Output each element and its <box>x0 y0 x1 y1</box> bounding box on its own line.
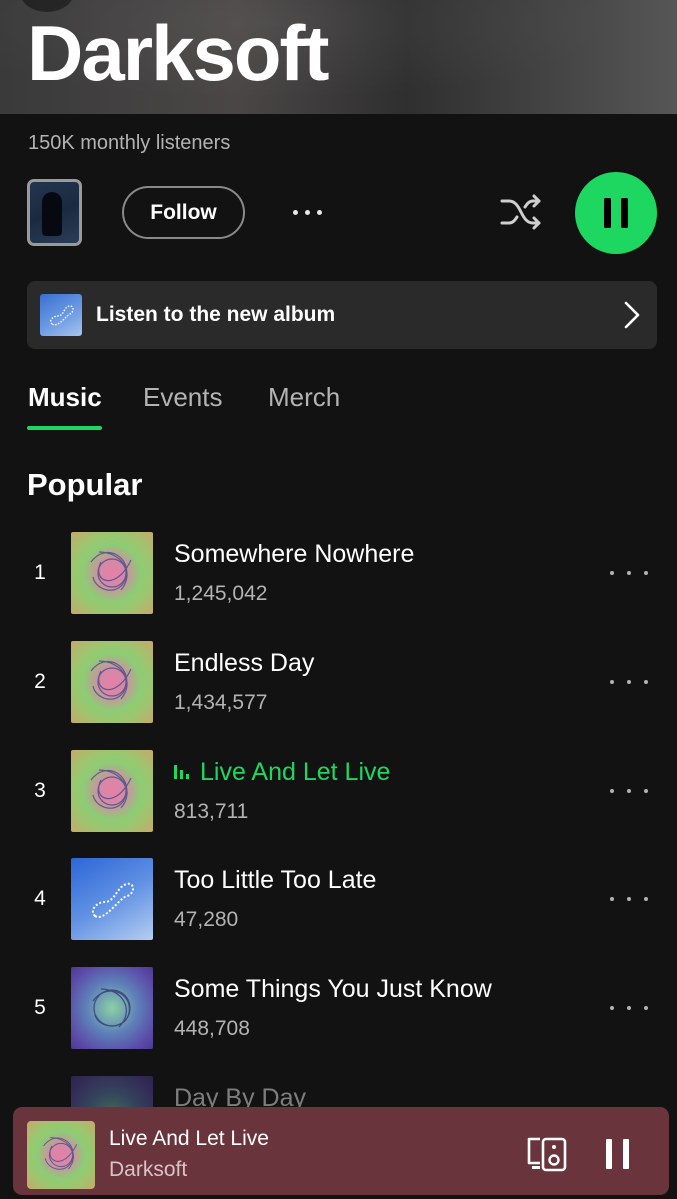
more-dot <box>644 789 648 793</box>
artist-silhouette <box>42 192 62 236</box>
track-play-count: 47,280 <box>174 908 239 931</box>
cover-pattern <box>91 882 134 918</box>
pause-icon <box>606 1139 629 1169</box>
track-rank: 3 <box>34 779 46 802</box>
now-playing-cover-art <box>27 1121 95 1189</box>
track-title: Too Little Too Late <box>174 866 377 894</box>
track-rank: 5 <box>34 996 46 1019</box>
cover-pattern <box>43 1137 78 1170</box>
more-horizontal-icon <box>610 897 614 901</box>
more-dot <box>627 571 631 575</box>
track-rank: 1 <box>34 561 46 584</box>
more-dot <box>627 789 631 793</box>
track-more-button[interactable] <box>610 671 648 693</box>
track-title: Some Things You Just Know <box>174 975 492 1003</box>
track-title-playing: Live And Let Live <box>174 758 390 787</box>
back-button[interactable] <box>20 0 74 12</box>
more-dot <box>627 680 631 684</box>
artist-preview-thumbnail[interactable] <box>27 179 82 246</box>
cover-pattern <box>92 988 131 1028</box>
track-row[interactable]: 4 Too Little Too Late 47,280 <box>0 858 677 942</box>
more-dot <box>644 897 648 901</box>
track-more-button[interactable] <box>610 562 648 584</box>
pause-icon <box>604 198 628 228</box>
active-tab-indicator <box>27 426 102 430</box>
more-horizontal-icon <box>610 680 614 684</box>
track-cover-art <box>71 532 153 614</box>
track-play-count: 1,434,577 <box>174 691 268 714</box>
connect-device-icon <box>527 1137 567 1172</box>
tab-music[interactable]: Music <box>28 382 102 413</box>
track-row[interactable]: 1 Somewhere Nowhere 1,245,042 <box>0 532 677 616</box>
track-more-button[interactable] <box>610 780 648 802</box>
now-playing-title: Live And Let Live <box>109 1127 269 1150</box>
track-row[interactable]: 2 Endless Day 1,434,577 <box>0 641 677 725</box>
track-play-count: 813,711 <box>174 800 249 823</box>
artist-name: Darksoft <box>27 9 329 97</box>
shuffle-icon <box>500 194 541 230</box>
more-dot <box>644 571 648 575</box>
more-dot <box>644 680 648 684</box>
artist-page: Darksoft 150K monthly listeners Follow L… <box>0 0 677 1199</box>
track-rank: 4 <box>34 887 46 910</box>
now-playing-bar[interactable]: Live And Let Live Darksoft <box>13 1107 669 1195</box>
track-title: Endless Day <box>174 649 315 677</box>
more-dot <box>627 1006 631 1010</box>
popular-heading: Popular <box>27 467 143 502</box>
mini-pause-button[interactable] <box>603 1137 633 1171</box>
track-cover-art <box>71 641 153 723</box>
tab-events[interactable]: Events <box>143 382 223 413</box>
more-horizontal-icon <box>292 209 298 215</box>
new-album-label: Listen to the new album <box>96 303 336 326</box>
connect-device-button[interactable] <box>526 1135 568 1173</box>
more-options-button[interactable] <box>285 196 329 228</box>
track-cover-art <box>71 750 153 832</box>
play-pause-button[interactable] <box>575 172 657 254</box>
chevron-right-icon <box>624 301 640 329</box>
more-horizontal-icon <box>610 789 614 793</box>
artist-hero-image: Darksoft <box>0 0 677 114</box>
album-thumbnail <box>40 294 82 336</box>
track-rank: 2 <box>34 670 46 693</box>
track-cover-art <box>71 858 153 940</box>
more-horizontal-icon <box>610 571 614 575</box>
album-art-ring <box>49 305 74 326</box>
track-more-button[interactable] <box>610 997 648 1019</box>
shuffle-button[interactable] <box>498 192 544 232</box>
more-horizontal-icon <box>610 1006 614 1010</box>
monthly-listeners: 150K monthly listeners <box>28 132 231 154</box>
now-playing-artist: Darksoft <box>109 1158 188 1181</box>
cover-pattern <box>90 769 132 809</box>
track-more-button[interactable] <box>610 888 648 910</box>
tab-merch[interactable]: Merch <box>268 382 340 413</box>
track-row[interactable]: 5 Some Things You Just Know 448,708 <box>0 967 677 1051</box>
track-row-now-playing[interactable]: 3 Live And Let Live 813,711 <box>0 750 677 834</box>
cover-pattern <box>90 660 132 700</box>
track-title: Live And Let Live <box>200 758 391 786</box>
follow-button[interactable]: Follow <box>122 186 245 239</box>
cover-pattern <box>90 551 132 591</box>
new-album-banner[interactable]: Listen to the new album <box>27 281 657 349</box>
more-dot <box>304 209 310 215</box>
more-dot <box>644 1006 648 1010</box>
more-dot <box>627 897 631 901</box>
more-dot <box>316 209 322 215</box>
equalizer-icon <box>174 765 189 780</box>
track-play-count: 448,708 <box>174 1017 250 1040</box>
track-title: Somewhere Nowhere <box>174 540 415 568</box>
track-play-count: 1,245,042 <box>174 582 268 605</box>
track-cover-art <box>71 967 153 1049</box>
